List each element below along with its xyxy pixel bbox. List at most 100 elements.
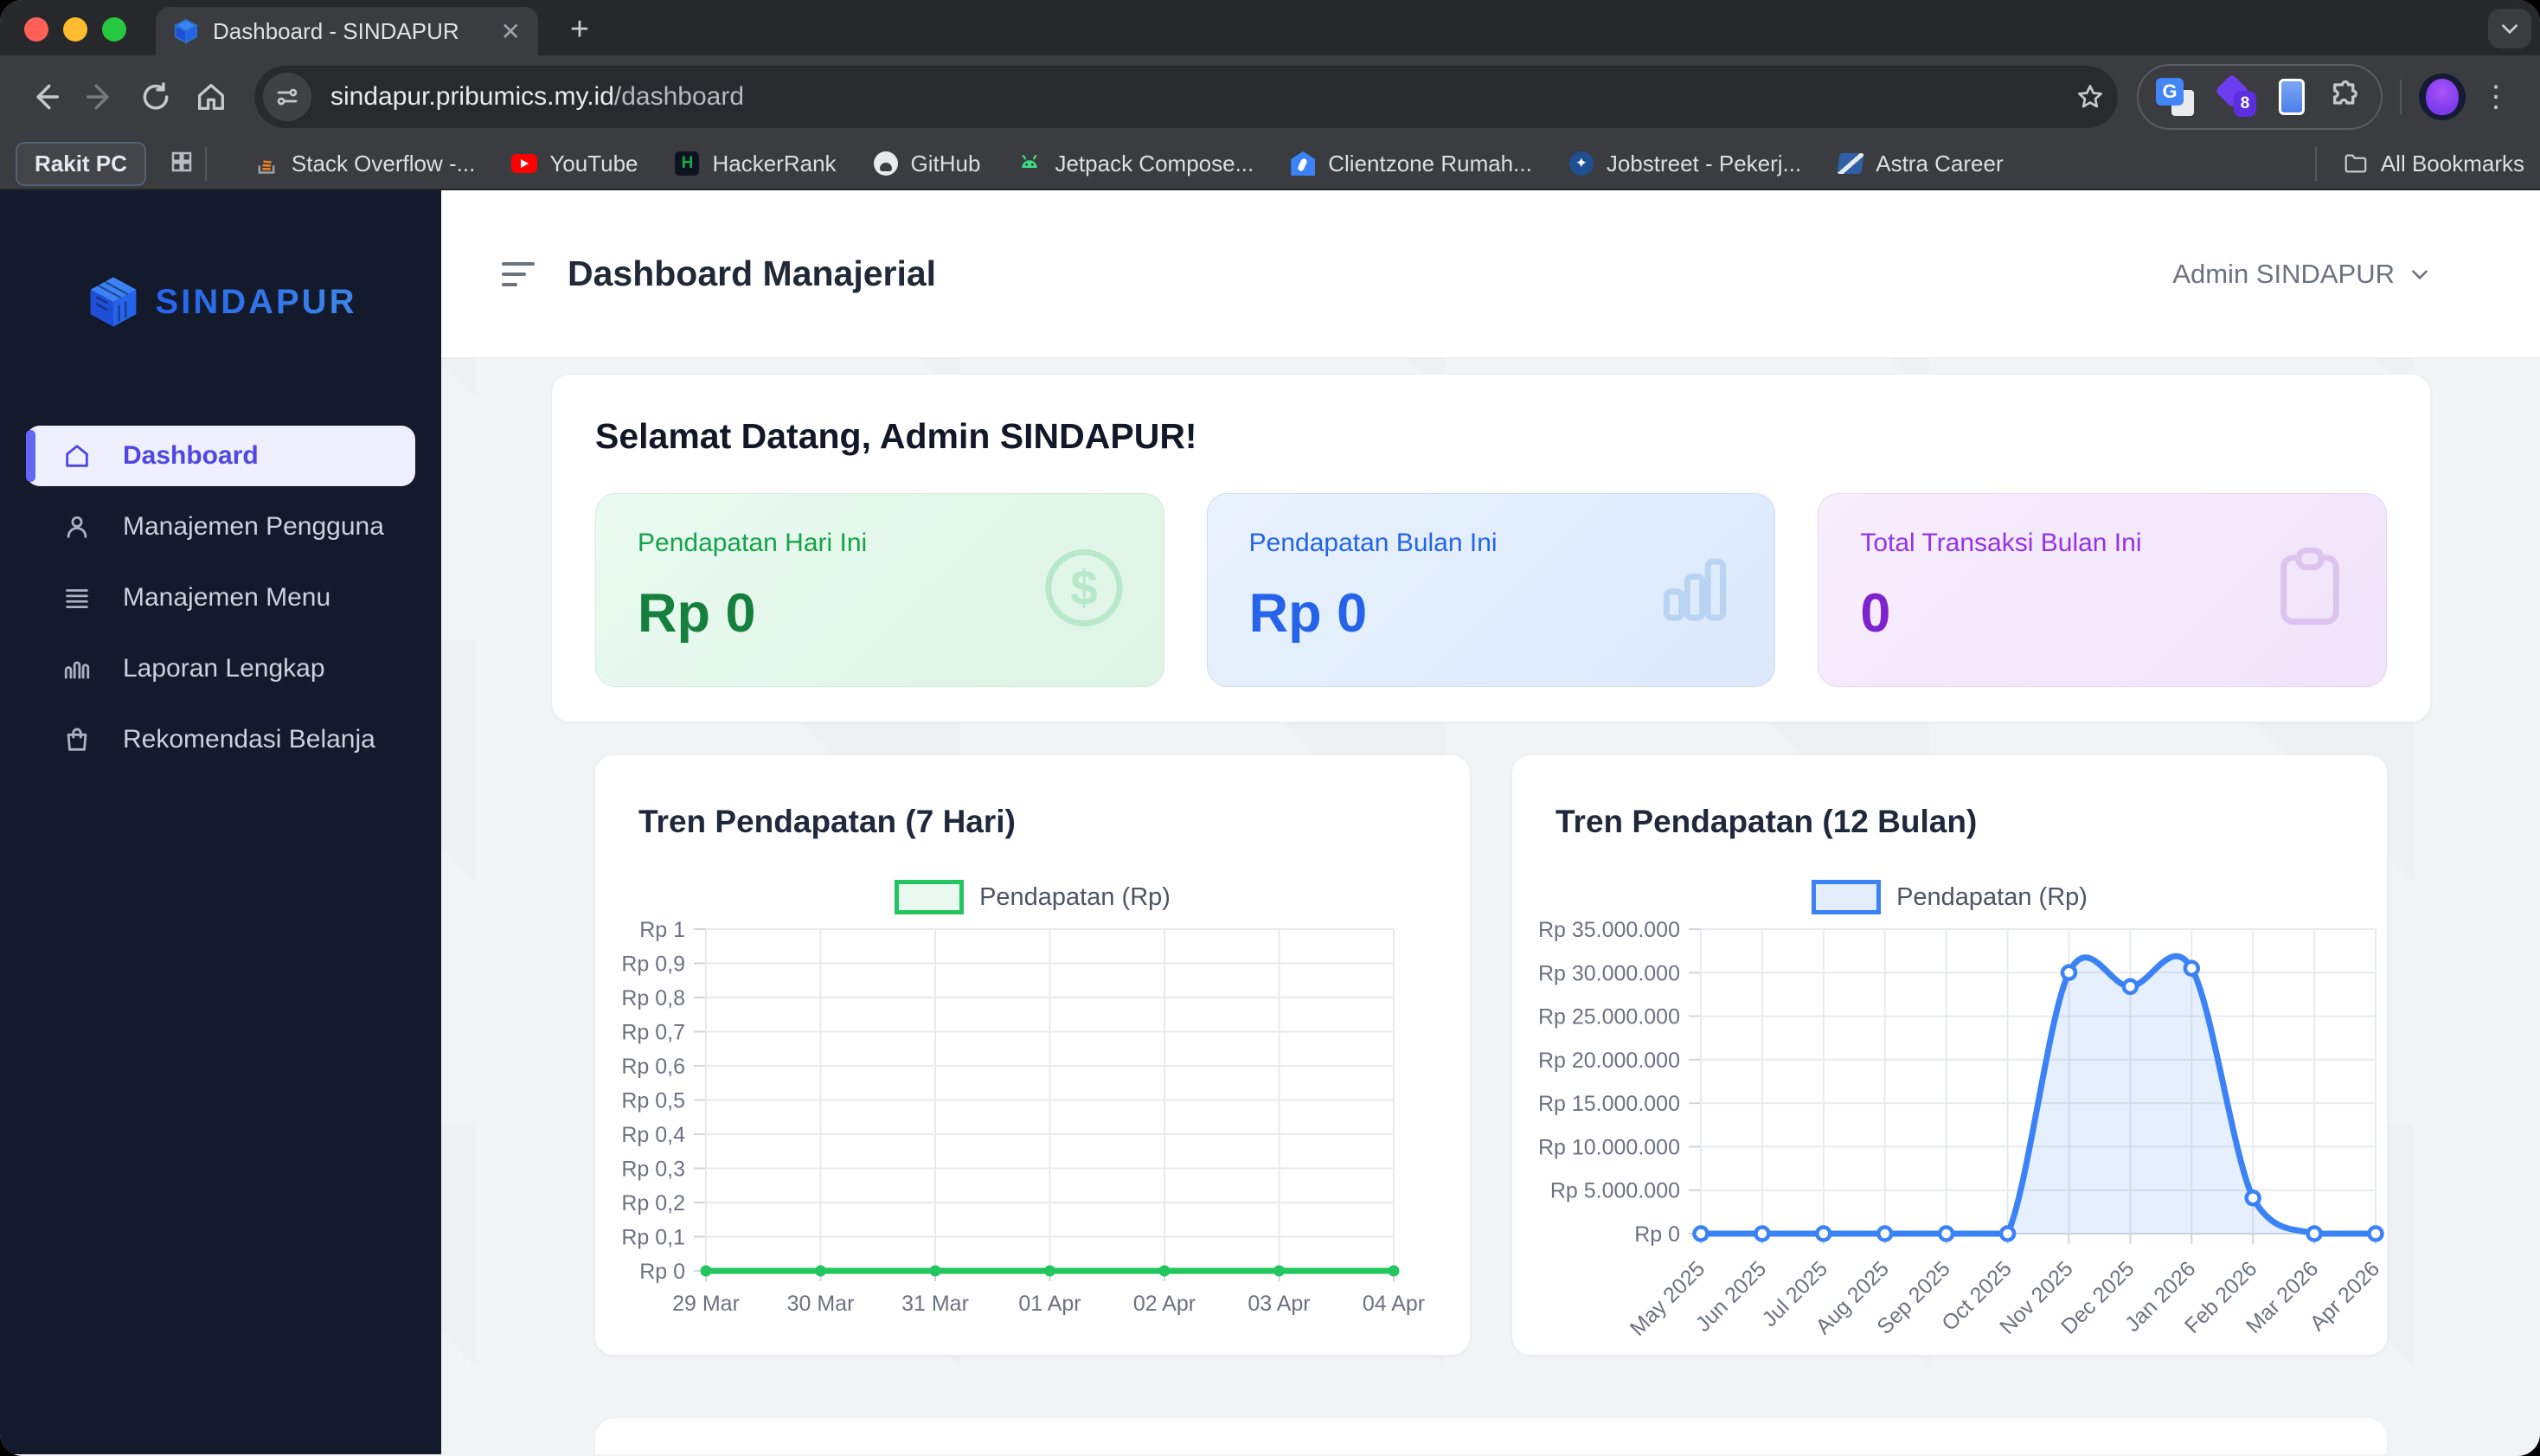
extensions-puzzle-icon[interactable] xyxy=(2327,79,2364,115)
back-button[interactable] xyxy=(21,73,69,121)
github-icon xyxy=(873,151,899,176)
stat-card-total-transaksi: Total Transaksi Bulan Ini 0 xyxy=(1818,493,2387,687)
bookmark-star-icon[interactable] xyxy=(2075,81,2106,112)
reload-button[interactable] xyxy=(131,73,180,121)
home-icon xyxy=(198,84,224,111)
line-chart-12-bulan: Rp 35.000.000 Rp 30.000.000 Rp 25.000.000 R… xyxy=(1538,918,2384,1341)
bar-chart-icon xyxy=(1650,543,1740,638)
extension-8-icon[interactable]: 8 xyxy=(2215,74,2256,117)
notes-extension-icon[interactable] xyxy=(2279,79,2305,115)
browser-menu-button[interactable]: ⋮ xyxy=(2473,80,2519,114)
line-chart-7-hari: Rp 1 Rp 0,9 Rp 0,8 Rp 0,7 Rp 0,6 Rp 0,5 Rp 0,4… xyxy=(621,918,1425,1316)
bookmark-item[interactable]: H HackerRank xyxy=(674,151,837,177)
translate-extension-icon[interactable]: G xyxy=(2156,78,2194,116)
bookmarks-bar: Rakit PC Stack Overflow -... YouTube H H… xyxy=(0,138,2540,190)
jobstreet-icon: ✦ xyxy=(1568,151,1594,176)
svg-text:Rp 0,2: Rp 0,2 xyxy=(621,1191,685,1215)
svg-text:Rp 1: Rp 1 xyxy=(639,918,685,942)
zoom-window-button[interactable] xyxy=(102,17,126,42)
reload-icon xyxy=(143,82,169,110)
forward-button[interactable] xyxy=(76,73,125,121)
svg-text:29 Mar: 29 Mar xyxy=(672,1292,740,1316)
bookmark-item[interactable]: GitHub xyxy=(873,151,980,177)
sidebar-item-manajemen-pengguna[interactable]: Manajemen Pengguna xyxy=(26,497,415,557)
chevron-down-icon xyxy=(2412,269,2428,279)
bookmark-item[interactable]: Clientzone Rumah... xyxy=(1290,151,1532,177)
folder-icon xyxy=(2343,151,2369,176)
browser-tab[interactable]: Dashboard - SINDAPUR ✕ xyxy=(156,7,538,55)
clipboard-icon xyxy=(2268,543,2351,638)
address-bar[interactable]: sindapur.pribumics.my.id/dashboard xyxy=(254,66,2118,128)
welcome-card: Selamat Datang, Admin SINDAPUR! Pendapat… xyxy=(551,374,2431,722)
forward-icon xyxy=(87,84,109,110)
sidebar-item-label: Manajemen Menu xyxy=(123,583,331,612)
site-settings-button[interactable] xyxy=(263,73,311,121)
sindapur-logo-icon xyxy=(90,277,136,327)
svg-text:Rp 0: Rp 0 xyxy=(639,1260,685,1284)
sidebar-item-label: Dashboard xyxy=(123,441,259,470)
shopping-bag-icon xyxy=(62,725,92,754)
tab-title: Dashboard - SINDAPUR xyxy=(213,17,459,44)
svg-text:Rp 0,8: Rp 0,8 xyxy=(621,986,685,1010)
close-window-button[interactable] xyxy=(24,17,48,42)
dollar-coin-icon: $ xyxy=(1039,543,1129,638)
brand: SINDAPUR xyxy=(0,273,441,330)
bookmark-item[interactable]: Jetpack Compose... xyxy=(1017,151,1254,177)
sidebar-item-laporan-lengkap[interactable]: Laporan Lengkap xyxy=(26,638,415,699)
svg-text:Rp 30.000.000: Rp 30.000.000 xyxy=(1538,961,1680,985)
stat-card-pendapatan-bulan-ini: Pendapatan Bulan Ini Rp 0 xyxy=(1206,493,1776,687)
device-chip[interactable]: Rakit PC xyxy=(16,141,146,186)
svg-text:Rp 0,9: Rp 0,9 xyxy=(621,952,685,977)
svg-text:Rp 0: Rp 0 xyxy=(1634,1222,1680,1247)
sidebar-item-label: Laporan Lengkap xyxy=(123,654,325,683)
stat-card-pendapatan-hari-ini: Pendapatan Hari Ini Rp 0 $ xyxy=(595,493,1164,687)
svg-text:May 2025: May 2025 xyxy=(1626,1256,1709,1340)
tab-strip: Dashboard - SINDAPUR ✕ + xyxy=(0,0,2540,55)
sidebar-item-manajemen-menu[interactable]: Manajemen Menu xyxy=(26,568,415,628)
new-tab-button[interactable]: + xyxy=(561,10,599,48)
svg-text:Rp 35.000.000: Rp 35.000.000 xyxy=(1538,918,1680,942)
chart-card-12-bulan: Tren Pendapatan (12 Bulan) Pendapatan (R… xyxy=(1511,754,2388,1356)
bookmark-item[interactable]: YouTube xyxy=(511,151,638,177)
android-icon xyxy=(1017,151,1042,176)
legend-label: Pendapatan (Rp) xyxy=(1896,882,2088,911)
sidebar-item-dashboard[interactable]: Dashboard xyxy=(26,426,415,486)
svg-text:Rp 0,7: Rp 0,7 xyxy=(621,1021,685,1045)
bookmark-item[interactable]: Stack Overflow -... xyxy=(253,151,475,177)
flag-icon xyxy=(1837,151,1864,176)
house-icon xyxy=(1290,151,1316,176)
page-title: Dashboard Manajerial xyxy=(568,253,937,293)
svg-text:Rp 10.000.000: Rp 10.000.000 xyxy=(1538,1135,1680,1159)
sidebar-item-label: Manajemen Pengguna xyxy=(123,512,384,541)
profile-avatar[interactable] xyxy=(2419,74,2466,120)
user-icon xyxy=(62,512,92,542)
svg-text:01 Apr: 01 Apr xyxy=(1018,1292,1081,1316)
sidebar-item-label: Rekomendasi Belanja xyxy=(123,725,375,754)
chart-legend: Pendapatan (Rp) xyxy=(638,880,1427,914)
sidebar-toggle-button[interactable] xyxy=(502,260,536,289)
bookmark-item[interactable]: Astra Career xyxy=(1837,151,2004,177)
minimize-window-button[interactable] xyxy=(63,17,87,42)
svg-text:Rp 5.000.000: Rp 5.000.000 xyxy=(1550,1179,1680,1203)
url-text: sindapur.pribumics.my.id/dashboard xyxy=(330,82,745,111)
sidebar-nav: Dashboard Manajemen Pengguna Manajemen M… xyxy=(0,426,441,770)
home-icon xyxy=(62,441,92,471)
tab-close-icon[interactable]: ✕ xyxy=(501,17,521,46)
svg-text:Rp 0,4: Rp 0,4 xyxy=(621,1123,685,1147)
home-button[interactable] xyxy=(187,73,235,121)
bar-chart-icon xyxy=(62,654,92,683)
sidebar-item-rekomendasi-belanja[interactable]: Rekomendasi Belanja xyxy=(26,709,415,770)
chart-legend: Pendapatan (Rp) xyxy=(1555,880,2344,914)
all-bookmarks-button[interactable]: All Bookmarks xyxy=(2343,151,2524,177)
legend-swatch xyxy=(895,880,965,914)
profile-label: Admin SINDAPUR xyxy=(2172,258,2395,289)
tab-search-button[interactable] xyxy=(2488,9,2531,48)
chart-card-7-hari: Tren Pendapatan (7 Hari) Pendapatan (Rp)… xyxy=(594,754,1471,1356)
menu-lines-icon xyxy=(62,583,92,613)
stackoverflow-icon xyxy=(253,151,279,176)
apps-grid-icon[interactable] xyxy=(169,149,195,179)
page-header: Dashboard Manajerial Admin SINDAPUR xyxy=(441,190,2540,358)
profile-dropdown[interactable]: Admin SINDAPUR xyxy=(2172,259,2431,290)
bookmark-item[interactable]: ✦ Jobstreet - Pekerj... xyxy=(1568,151,1801,177)
youtube-icon xyxy=(511,151,538,176)
